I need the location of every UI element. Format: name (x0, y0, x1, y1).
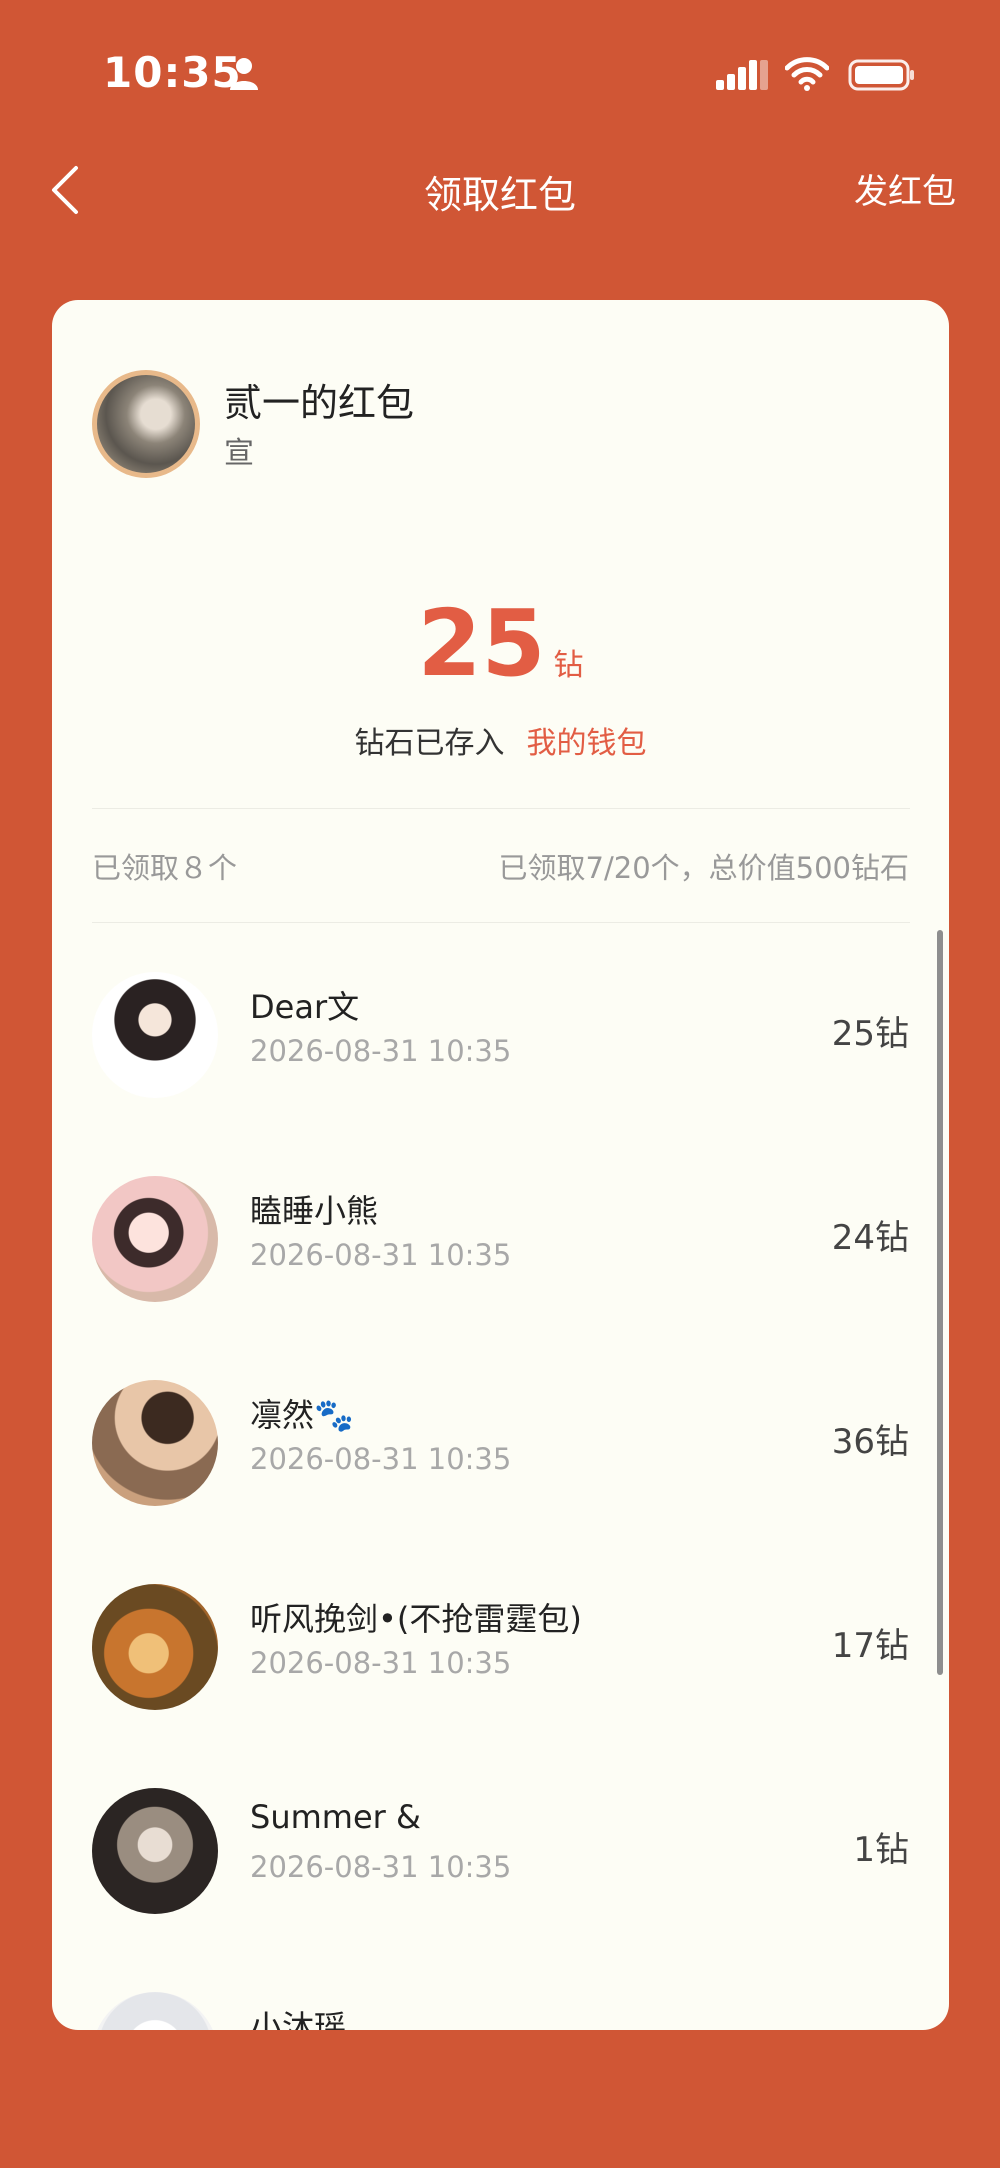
list-item[interactable]: Summer & 2026-08-31 10:35 1钻 (52, 1766, 949, 1970)
sender-subtitle: 宣 (224, 436, 254, 471)
avatar (92, 972, 218, 1098)
claim-amount: 36钻 (831, 1422, 909, 1462)
list-item[interactable]: 瞌睡小熊 2026-08-31 10:35 24钻 (52, 1154, 949, 1358)
page-title: 领取红包 (423, 173, 576, 217)
claimed-total: 已领取7/20个，总价值500钻石 (498, 851, 909, 885)
nav-bar: 领取红包 发红包 (0, 150, 1000, 270)
deposit-info: 钻石已存入 我的钱包 (52, 718, 949, 762)
status-bar: 10:35 (0, 0, 1000, 150)
red-packet-card: 贰一的红包 宣 25 钻 钻石已存入 我的钱包 已领取８个 已领取7/20个，总价值… (52, 300, 949, 2030)
list-item[interactable]: Dear文 2026-08-31 10:35 25钻 (52, 950, 949, 1154)
claim-amount: 17钻 (831, 1626, 909, 1666)
avatar (92, 1380, 218, 1506)
claimer-name: Dear文 (250, 988, 360, 1026)
list-item[interactable]: 听风挽剑•(不抢雷霆包) 2026-08-31 10:35 17钻 (52, 1562, 949, 1766)
claim-amount: 25钻 (831, 1014, 909, 1054)
claim-time: 2026-08-31 10:35 (250, 1850, 512, 1884)
claimer-name: 瞌睡小熊 (250, 1192, 379, 1230)
avatar (92, 1788, 218, 1914)
status-time: 10:35 (103, 48, 242, 97)
list-item[interactable]: 小沐瑶. (52, 1970, 949, 2030)
divider (92, 922, 910, 923)
claimer-name: Summer & (250, 1798, 421, 1836)
claim-time: 2026-08-31 10:35 (250, 1034, 512, 1068)
amount-unit: 钻 (553, 648, 584, 683)
deposit-text: 钻石已存入 (354, 726, 505, 761)
wifi-icon (785, 57, 829, 91)
claimed-count: 已领取８个 (92, 851, 238, 885)
avatar (92, 1584, 218, 1710)
battery-icon (848, 59, 914, 91)
avatar (92, 1176, 218, 1302)
avatar (92, 1992, 218, 2030)
sender-avatar[interactable] (92, 370, 200, 478)
sender-name: 贰一的红包 (224, 381, 415, 425)
claimer-name: 小沐瑶. (250, 2008, 357, 2030)
claimer-name: 听风挽剑•(不抢雷霆包) (250, 1600, 582, 1638)
claim-amount: 24钻 (831, 1218, 909, 1258)
claimer-name: 凛然🐾 (250, 1396, 354, 1434)
divider (92, 808, 910, 809)
claim-time: 2026-08-31 10:35 (250, 1646, 512, 1680)
received-amount: 25 钻 (52, 590, 949, 697)
list-item[interactable]: 凛然🐾 2026-08-31 10:35 36钻 (52, 1358, 949, 1562)
wallet-link[interactable]: 我的钱包 (527, 726, 647, 761)
amount-value: 25 (417, 590, 546, 697)
signal-icon (716, 60, 768, 90)
claim-time: 2026-08-31 10:35 (250, 1238, 512, 1272)
send-red-packet-button[interactable]: 发红包 (854, 164, 956, 213)
scrollbar[interactable] (937, 930, 943, 1675)
claim-time: 2026-08-31 10:35 (250, 1442, 512, 1476)
person-icon (230, 58, 258, 90)
claim-amount: 1钻 (853, 1830, 909, 1870)
